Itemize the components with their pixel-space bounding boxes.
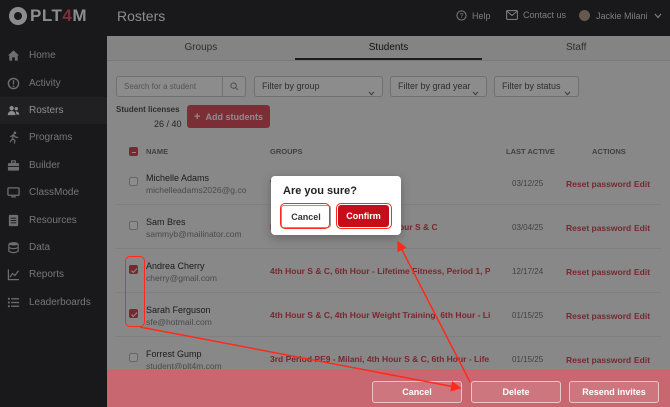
bulk-cancel-button[interactable]: Cancel bbox=[372, 381, 462, 403]
resend-invites-button[interactable]: Resend invites bbox=[569, 381, 659, 403]
annotation-confirm-highlight bbox=[336, 203, 392, 229]
dialog-title: Are you sure? bbox=[283, 185, 357, 197]
annotation-checkbox-highlight bbox=[125, 256, 145, 327]
annotation-cancel-highlight bbox=[280, 203, 330, 229]
bulk-delete-button[interactable]: Delete bbox=[471, 381, 561, 403]
bulk-action-bar: Cancel Delete Resend invites bbox=[107, 369, 670, 407]
